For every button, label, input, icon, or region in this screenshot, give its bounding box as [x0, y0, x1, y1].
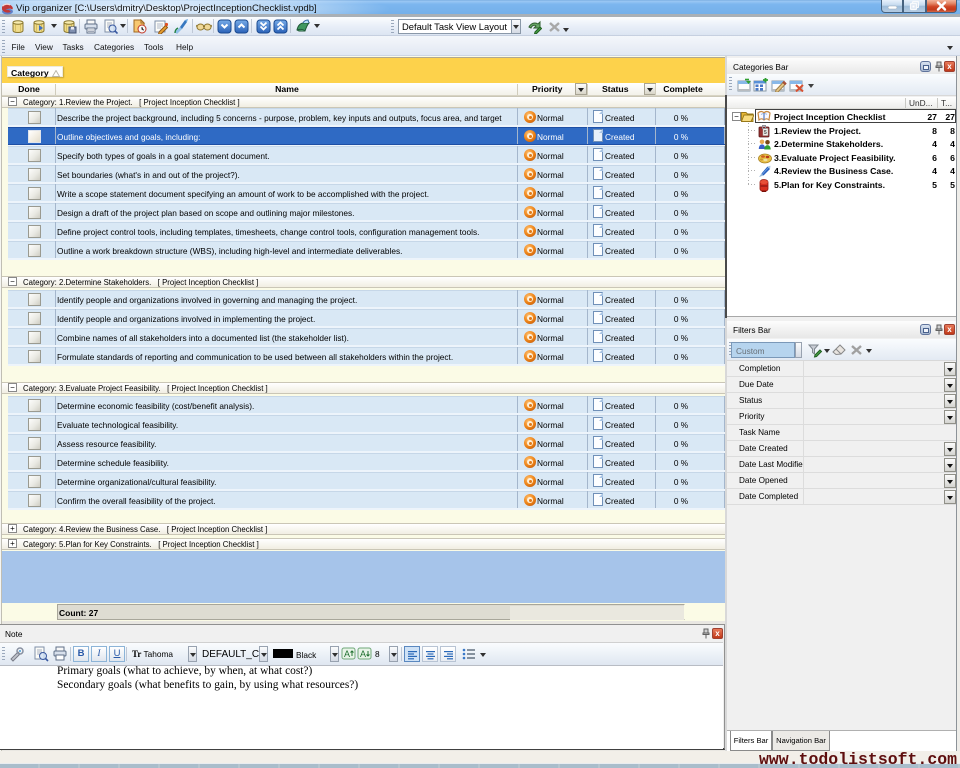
svg-text:A: A — [360, 649, 366, 659]
svg-text:A: A — [344, 649, 350, 659]
svg-text:5: 5 — [764, 130, 767, 136]
